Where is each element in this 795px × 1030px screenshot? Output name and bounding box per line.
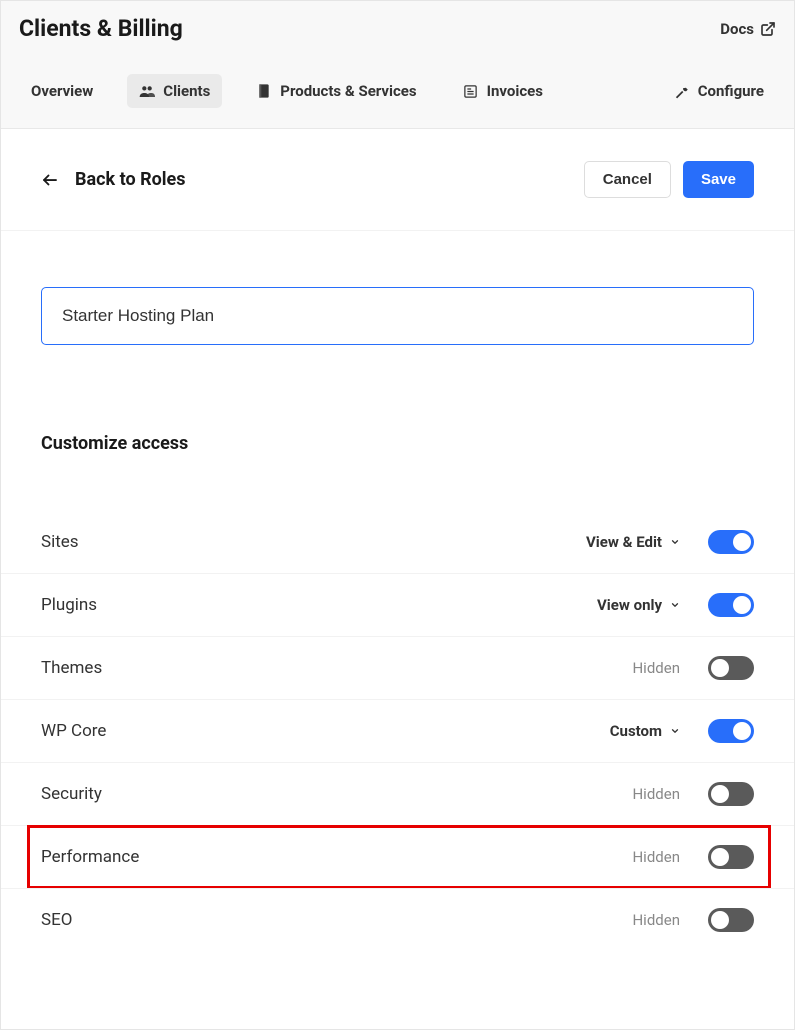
back-label: Back to Roles (75, 169, 186, 190)
back-button[interactable]: Back to Roles (41, 169, 186, 190)
toggle-performance[interactable] (708, 845, 754, 869)
tab-clients-label: Clients (163, 82, 210, 100)
access-row-themes: Themes Hidden (1, 636, 794, 699)
permission-select-sites[interactable]: View & Edit (586, 533, 680, 551)
permission-label: View & Edit (586, 533, 662, 551)
permission-select-seo: Hidden (632, 911, 680, 929)
document-icon (463, 83, 479, 99)
chevron-down-icon (670, 600, 680, 610)
access-controls-security: Hidden (632, 782, 754, 806)
toggle-plugins[interactable] (708, 593, 754, 617)
permission-label: Hidden (632, 911, 680, 929)
tab-invoices[interactable]: Invoices (451, 74, 555, 108)
toggle-sites[interactable] (708, 530, 754, 554)
form-area: Customize access Sites View & Edit Plugins… (1, 231, 794, 951)
permission-select-themes: Hidden (632, 659, 680, 677)
docs-label: Docs (720, 20, 754, 38)
access-label-security: Security (41, 784, 102, 804)
tabs: Overview Clients Products & Services (19, 74, 776, 128)
access-controls-seo: Hidden (632, 908, 754, 932)
access-controls-wp-core: Custom (610, 719, 754, 743)
page-title: Clients & Billing (19, 15, 183, 42)
access-controls-performance: Hidden (632, 845, 754, 869)
access-row-security: Security Hidden (1, 762, 794, 825)
save-button[interactable]: Save (683, 161, 754, 198)
access-row-sites: Sites View & Edit (1, 510, 794, 573)
cancel-button[interactable]: Cancel (584, 161, 671, 198)
access-row-wp-core: WP Core Custom (1, 699, 794, 762)
toggle-knob (733, 722, 751, 740)
arrow-left-icon (41, 171, 59, 189)
docs-link[interactable]: Docs (720, 20, 776, 38)
chevron-down-icon (670, 537, 680, 547)
access-row-seo: SEO Hidden (1, 888, 794, 951)
permission-label: View only (597, 596, 662, 614)
permission-label: Custom (610, 722, 662, 740)
toolbar-actions: Cancel Save (584, 161, 754, 198)
permission-select-wp-core[interactable]: Custom (610, 722, 680, 740)
toggle-knob (733, 596, 751, 614)
access-label-sites: Sites (41, 532, 79, 552)
toolbar: Back to Roles Cancel Save (1, 129, 794, 231)
access-row-plugins: Plugins View only (1, 573, 794, 636)
chevron-down-icon (670, 726, 680, 736)
access-label-performance: Performance (41, 847, 139, 867)
external-link-icon (760, 21, 776, 37)
toggle-knob (711, 785, 729, 803)
access-controls-plugins: View only (597, 593, 754, 617)
toggle-themes[interactable] (708, 656, 754, 680)
toggle-seo[interactable] (708, 908, 754, 932)
toggle-knob (711, 848, 729, 866)
access-label-themes: Themes (41, 658, 102, 678)
toggle-knob (711, 659, 729, 677)
permission-select-plugins[interactable]: View only (597, 596, 680, 614)
tab-configure-label: Configure (698, 82, 764, 100)
tab-products-label: Products & Services (280, 82, 416, 100)
access-label-seo: SEO (41, 910, 72, 930)
wrench-icon (674, 83, 690, 99)
permission-select-security: Hidden (632, 785, 680, 803)
access-label-wp-core: WP Core (41, 721, 106, 741)
toggle-security[interactable] (708, 782, 754, 806)
header: Clients & Billing Docs Overview (1, 1, 794, 129)
access-controls-themes: Hidden (632, 656, 754, 680)
access-rows: Sites View & Edit Plugins View only Themes Hi… (1, 510, 794, 951)
permission-label: Hidden (632, 785, 680, 803)
tab-invoices-label: Invoices (487, 82, 543, 100)
permission-select-performance: Hidden (632, 848, 680, 866)
permission-label: Hidden (632, 659, 680, 677)
tab-overview[interactable]: Overview (19, 74, 105, 108)
book-icon (256, 83, 272, 99)
content: Back to Roles Cancel Save Customize acce… (1, 129, 794, 951)
tab-products[interactable]: Products & Services (244, 74, 428, 108)
header-top: Clients & Billing Docs (19, 15, 776, 42)
toggle-wp-core[interactable] (708, 719, 754, 743)
permission-label: Hidden (632, 848, 680, 866)
access-row-performance: Performance Hidden (1, 825, 794, 888)
tab-configure[interactable]: Configure (662, 74, 776, 108)
tab-clients[interactable]: Clients (127, 74, 222, 108)
toggle-knob (733, 533, 751, 551)
access-label-plugins: Plugins (41, 595, 97, 615)
users-icon (139, 83, 155, 99)
role-name-input[interactable] (41, 287, 754, 345)
tab-overview-label: Overview (31, 82, 93, 100)
toggle-knob (711, 911, 729, 929)
access-controls-sites: View & Edit (586, 530, 754, 554)
section-title: Customize access (41, 433, 754, 454)
